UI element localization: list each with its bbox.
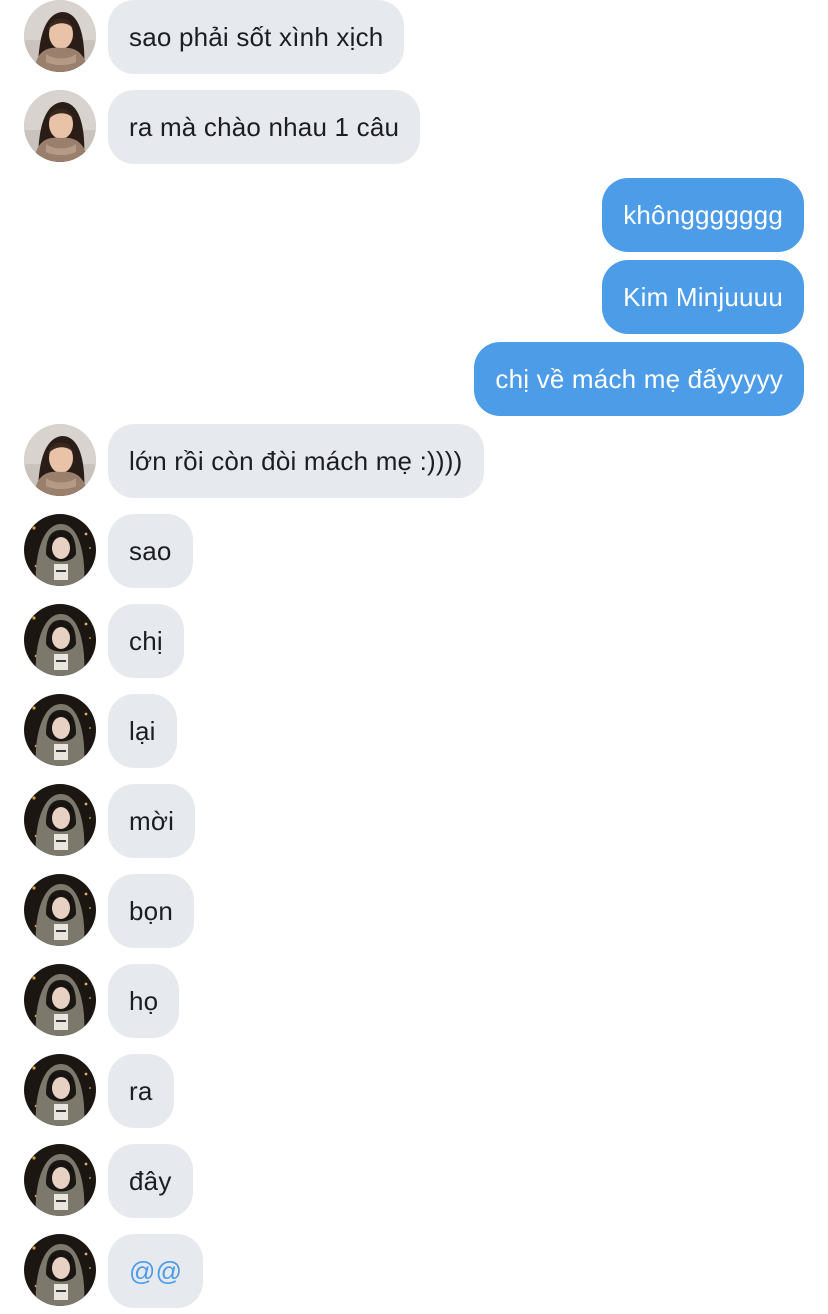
message-bubble-outgoing[interactable]: Kim Minjuuuu — [602, 260, 804, 334]
message-bubble[interactable]: mời — [108, 784, 196, 858]
message-row: mời — [0, 784, 828, 858]
message-bubble[interactable]: đây — [108, 1144, 193, 1218]
avatar[interactable] — [24, 1234, 96, 1306]
message-row: bọn — [0, 874, 828, 948]
avatar[interactable] — [24, 784, 96, 856]
avatar[interactable] — [24, 90, 96, 162]
message-bubble[interactable]: sao phải sốt xình xịch — [108, 0, 405, 74]
message-bubble[interactable]: ra mà chào nhau 1 câu — [108, 90, 421, 164]
avatar[interactable] — [24, 514, 96, 586]
message-bubble[interactable]: lại — [108, 694, 177, 768]
avatar[interactable] — [24, 874, 96, 946]
mention-link[interactable]: @@ — [108, 1234, 204, 1308]
message-row: sao phải sốt xình xịch — [0, 0, 828, 74]
message-row: đây — [0, 1144, 828, 1218]
message-bubble[interactable]: họ — [108, 964, 180, 1038]
avatar[interactable] — [24, 1144, 96, 1216]
message-bubble[interactable]: chị — [108, 604, 184, 678]
message-row: lớn rồi còn đòi mách mẹ :)))) — [0, 424, 828, 498]
message-row: ra — [0, 1054, 828, 1128]
avatar[interactable] — [24, 0, 96, 72]
message-row: @@ — [0, 1234, 828, 1308]
avatar[interactable] — [24, 694, 96, 766]
message-bubble[interactable]: lớn rồi còn đòi mách mẹ :)))) — [108, 424, 484, 498]
message-thread: sao phải sốt xình xịch ra mà chào nhau 1… — [0, 0, 828, 1314]
message-bubble-outgoing[interactable]: chị về mách mẹ đấyyyyy — [474, 342, 804, 416]
message-bubble-outgoing[interactable]: khônggggggg — [602, 178, 804, 252]
avatar[interactable] — [24, 1054, 96, 1126]
avatar[interactable] — [24, 964, 96, 1036]
avatar[interactable] — [24, 424, 96, 496]
message-row: họ — [0, 964, 828, 1038]
message-row: ra mà chào nhau 1 câu — [0, 90, 828, 164]
message-row: chị về mách mẹ đấyyyyy — [0, 342, 828, 416]
message-row: khônggggggg — [0, 178, 828, 252]
message-row: Kim Minjuuuu — [0, 260, 828, 334]
message-row: lại — [0, 694, 828, 768]
message-bubble[interactable]: sao — [108, 514, 193, 588]
message-bubble[interactable]: ra — [108, 1054, 174, 1128]
message-row: sao — [0, 514, 828, 588]
message-row: chị — [0, 604, 828, 678]
avatar[interactable] — [24, 604, 96, 676]
message-bubble[interactable]: bọn — [108, 874, 194, 948]
